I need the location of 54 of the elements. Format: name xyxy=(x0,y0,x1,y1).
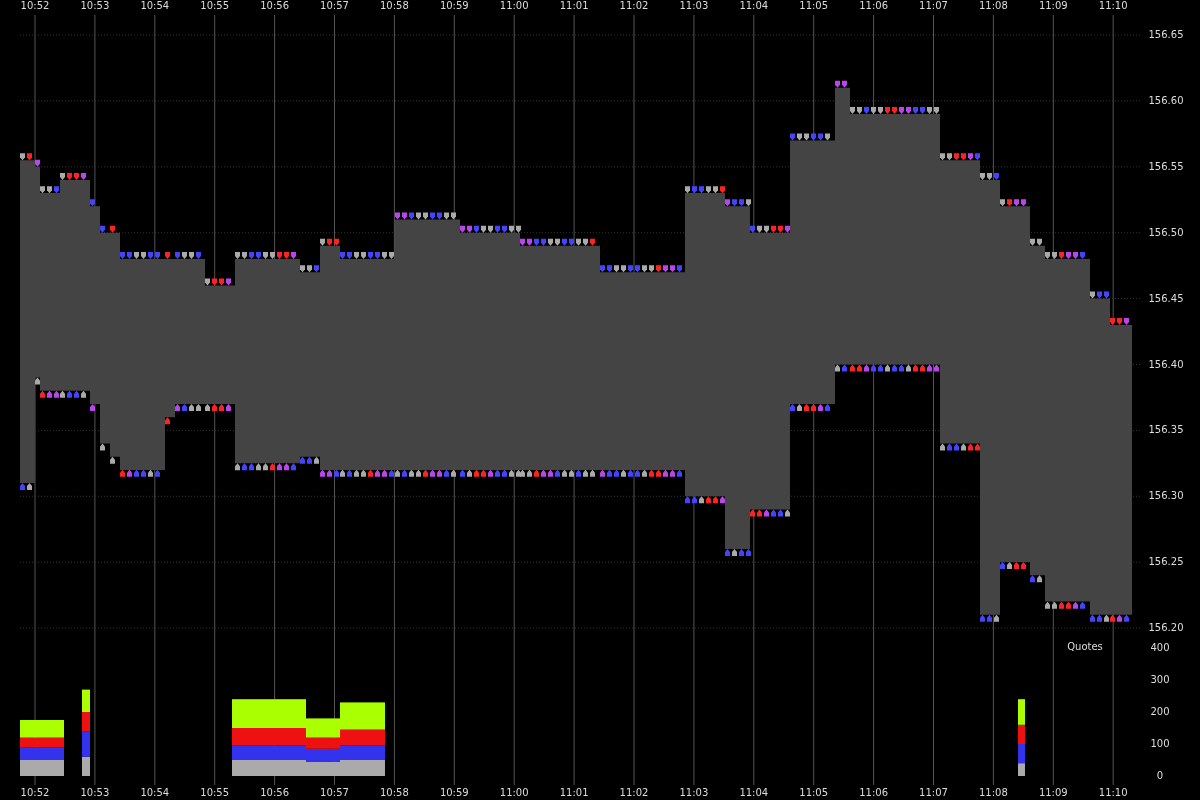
time-label: 11:00 xyxy=(499,0,529,12)
time-label: 11:08 xyxy=(979,787,1008,799)
time-label: 11:06 xyxy=(859,787,888,799)
price-label: 156.30 xyxy=(1148,490,1184,503)
time-label: 11:07 xyxy=(919,787,948,799)
price-label: 156.55 xyxy=(1148,160,1184,173)
time-label: 11:10 xyxy=(1098,0,1128,12)
volume-label: 400 xyxy=(1150,642,1170,654)
time-label: 10:53 xyxy=(80,787,110,799)
time-label: 11:09 xyxy=(1038,0,1068,12)
volume-label: 200 xyxy=(1150,706,1170,718)
time-label: 11:00 xyxy=(499,787,529,799)
time-label: 10:52 xyxy=(20,0,50,12)
time-label: 10:55 xyxy=(200,0,230,12)
time-label: 11:09 xyxy=(1038,787,1068,799)
time-label: 11:01 xyxy=(559,787,589,799)
time-label: 11:03 xyxy=(679,0,709,12)
time-label: 10:57 xyxy=(320,0,349,12)
time-label: 10:57 xyxy=(320,787,349,799)
time-label: 10:56 xyxy=(260,0,289,12)
price-label: 156.45 xyxy=(1148,292,1184,305)
time-label: 10:54 xyxy=(140,787,170,799)
time-label: 11:03 xyxy=(679,787,709,799)
volume-label: 300 xyxy=(1150,674,1170,686)
time-label: 11:02 xyxy=(619,787,649,799)
time-label: 10:58 xyxy=(380,787,409,799)
volume-title: Quotes xyxy=(1067,641,1103,653)
time-label: 10:59 xyxy=(439,787,469,799)
time-label: 11:07 xyxy=(919,0,948,12)
time-label: 11:08 xyxy=(979,0,1008,12)
time-label: 11:10 xyxy=(1098,787,1128,799)
time-label: 11:06 xyxy=(859,0,888,12)
time-label: 11:01 xyxy=(559,0,589,12)
time-label: 11:04 xyxy=(739,787,769,799)
time-label: 10:53 xyxy=(80,0,110,12)
price-label: 156.25 xyxy=(1148,556,1184,569)
price-label: 156.65 xyxy=(1148,29,1184,41)
time-label: 11:02 xyxy=(619,0,649,12)
price-label: 156.50 xyxy=(1148,226,1184,239)
time-label: 10:59 xyxy=(439,0,469,12)
time-label: 10:54 xyxy=(140,0,170,12)
price-label: 156.60 xyxy=(1148,94,1184,107)
price-label: 156.35 xyxy=(1148,424,1184,437)
time-label: 10:55 xyxy=(200,787,230,799)
time-label: 11:05 xyxy=(799,0,829,12)
time-label: 11:05 xyxy=(799,787,829,799)
time-label: 10:56 xyxy=(260,787,289,799)
price-label: 156.40 xyxy=(1148,358,1184,371)
price-label: 156.20 xyxy=(1148,622,1184,635)
time-label: 10:58 xyxy=(380,0,409,12)
time-label: 10:52 xyxy=(20,787,50,799)
volume-label: 100 xyxy=(1150,738,1170,750)
time-label: 11:04 xyxy=(739,0,769,12)
volume-label: 0 xyxy=(1156,770,1164,782)
